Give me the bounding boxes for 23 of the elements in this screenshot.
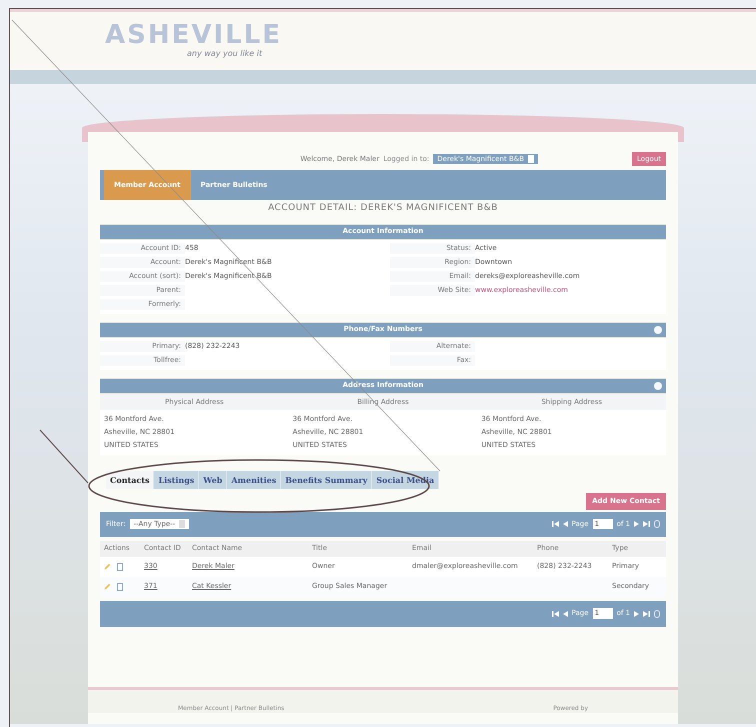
detail-tab[interactable]: Listings <box>154 471 200 489</box>
detail-tab[interactable]: Contacts <box>106 471 154 489</box>
previous-page-icon[interactable] <box>562 521 568 527</box>
last-page-icon[interactable] <box>643 610 650 616</box>
dropdown-icon <box>528 155 534 163</box>
first-page-icon[interactable] <box>552 610 559 616</box>
collapse-icon[interactable] <box>654 382 662 390</box>
last-page-icon[interactable] <box>643 521 650 527</box>
collapse-icon[interactable] <box>654 326 662 334</box>
site-tagline: any way you like it <box>187 48 262 60</box>
next-page-icon[interactable] <box>634 521 639 527</box>
edit-pencil-icon[interactable] <box>104 562 111 570</box>
detail-tab[interactable]: Web <box>199 471 228 489</box>
document-icon[interactable] <box>117 582 123 590</box>
detail-tab[interactable]: Benefits Summary <box>281 471 372 489</box>
page-title: ACCOUNT DETAIL: DEREK'S MAGNIFICENT B&B <box>267 202 499 215</box>
dropdown-icon <box>179 520 186 528</box>
previous-page-icon[interactable] <box>562 610 568 616</box>
document-icon[interactable] <box>117 562 123 570</box>
next-page-icon[interactable] <box>634 610 639 616</box>
detail-tab[interactable]: Amenities <box>227 471 282 489</box>
edit-pencil-icon[interactable] <box>104 582 111 590</box>
first-page-icon[interactable] <box>552 521 559 527</box>
